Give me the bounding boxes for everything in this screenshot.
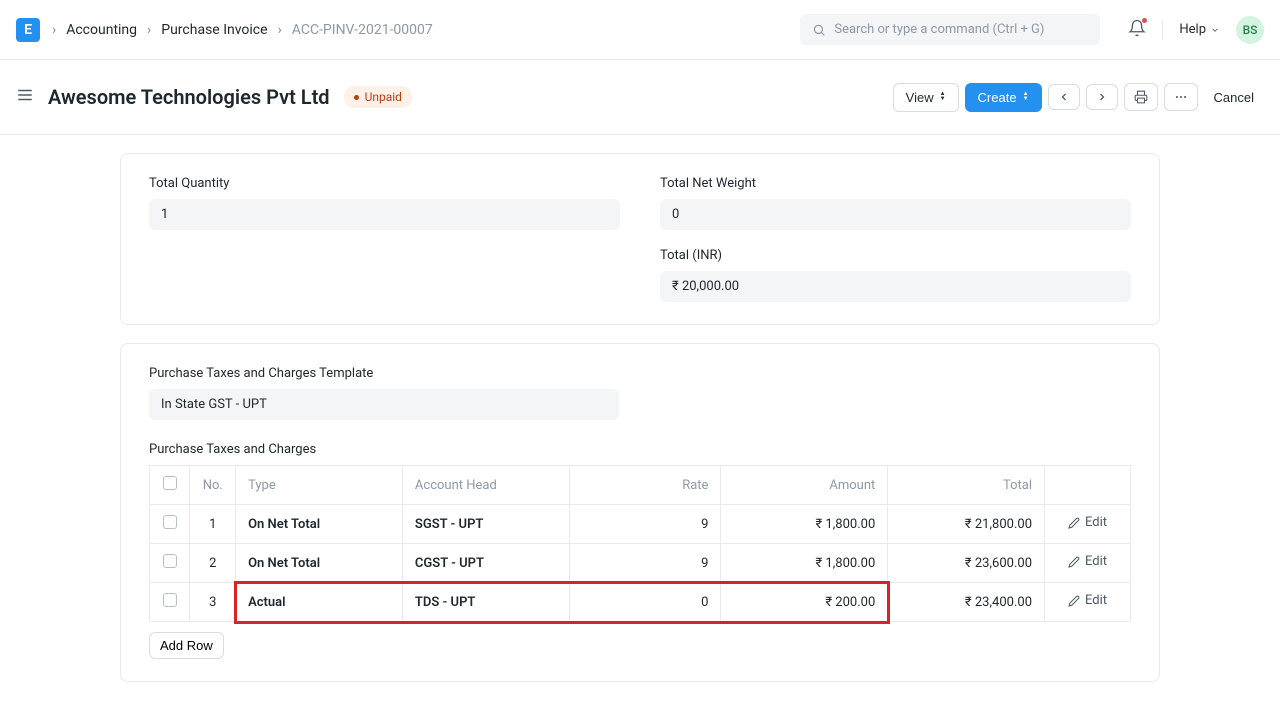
chevron-right-icon: › xyxy=(278,22,282,38)
page-actions: View ▲▼ Create ▲▼ Cancel xyxy=(893,83,1264,112)
sidebar-toggle[interactable] xyxy=(16,86,34,108)
chevron-right-icon: › xyxy=(52,22,56,38)
total-net-weight-value: 0 xyxy=(660,199,1131,230)
col-total: Total xyxy=(888,466,1045,505)
row-account[interactable]: TDS - UPT xyxy=(402,583,569,622)
breadcrumb-item[interactable]: Purchase Invoice xyxy=(161,22,267,38)
row-type[interactable]: Actual xyxy=(236,583,403,622)
taxes-card: Purchase Taxes and Charges Template In S… xyxy=(120,343,1160,682)
row-type[interactable]: On Net Total xyxy=(236,544,403,583)
table-row[interactable]: 2On Net TotalCGST - UPT9₹ 1,800.00₹ 23,6… xyxy=(150,544,1131,583)
col-account: Account Head xyxy=(402,466,569,505)
totals-card: Total Quantity 1 Total Net Weight 0 Tota… xyxy=(120,153,1160,325)
table-header-row: No. Type Account Head Rate Amount Total xyxy=(150,466,1131,505)
row-checkbox[interactable] xyxy=(163,593,177,607)
row-rate[interactable]: 0 xyxy=(569,583,721,622)
taxes-template-label: Purchase Taxes and Charges Template xyxy=(149,366,1131,381)
chevron-right-icon xyxy=(1096,91,1108,103)
more-horizontal-icon xyxy=(1174,90,1188,104)
breadcrumb-item[interactable]: Accounting xyxy=(66,22,137,38)
row-account[interactable]: SGST - UPT xyxy=(402,505,569,544)
help-label: Help xyxy=(1179,22,1206,37)
page-title: Awesome Technologies Pvt Ltd xyxy=(48,85,330,109)
row-checkbox[interactable] xyxy=(163,554,177,568)
status-dot xyxy=(354,95,359,100)
breadcrumb: › Accounting › Purchase Invoice › ACC-PI… xyxy=(52,22,433,38)
search-placeholder: Search or type a command (Ctrl + G) xyxy=(834,22,1044,37)
row-checkbox[interactable] xyxy=(163,515,177,529)
create-label: Create xyxy=(978,90,1017,105)
row-amount[interactable]: ₹ 200.00 xyxy=(721,583,888,622)
cancel-button[interactable]: Cancel xyxy=(1204,84,1264,111)
total-quantity-label: Total Quantity xyxy=(149,176,620,191)
prev-button[interactable] xyxy=(1048,84,1080,110)
next-button[interactable] xyxy=(1086,84,1118,110)
taxes-template-select[interactable]: In State GST - UPT xyxy=(149,389,619,420)
row-type[interactable]: On Net Total xyxy=(236,505,403,544)
chevron-left-icon xyxy=(1058,91,1070,103)
chevron-down-icon xyxy=(1210,25,1220,35)
total-inr-label: Total (INR) xyxy=(660,248,1131,263)
printer-icon xyxy=(1134,90,1148,104)
add-row-button[interactable]: Add Row xyxy=(149,632,224,659)
print-button[interactable] xyxy=(1124,83,1158,111)
notification-dot xyxy=(1142,18,1147,23)
sort-icon: ▲▼ xyxy=(1023,92,1029,102)
topbar: E › Accounting › Purchase Invoice › ACC-… xyxy=(0,0,1280,60)
view-label: View xyxy=(906,90,934,105)
col-edit xyxy=(1045,466,1131,505)
help-menu[interactable]: Help xyxy=(1179,22,1220,37)
row-no: 1 xyxy=(190,505,236,544)
content: Total Quantity 1 Total Net Weight 0 Tota… xyxy=(120,135,1160,708)
pencil-icon xyxy=(1068,517,1080,529)
edit-row-button[interactable]: Edit xyxy=(1068,593,1107,608)
divider xyxy=(1162,20,1163,40)
topbar-right: Help BS xyxy=(1128,16,1264,44)
view-button[interactable]: View ▲▼ xyxy=(893,83,959,112)
total-quantity-value: 1 xyxy=(149,199,620,230)
create-button[interactable]: Create ▲▼ xyxy=(965,83,1042,112)
notifications-button[interactable] xyxy=(1128,19,1146,41)
pencil-icon xyxy=(1068,595,1080,607)
breadcrumb-current: ACC-PINV-2021-00007 xyxy=(292,22,433,38)
col-no: No. xyxy=(190,466,236,505)
taxes-table-label: Purchase Taxes and Charges xyxy=(149,442,1131,457)
row-no: 2 xyxy=(190,544,236,583)
row-rate[interactable]: 9 xyxy=(569,505,721,544)
edit-row-button[interactable]: Edit xyxy=(1068,515,1107,530)
search-icon xyxy=(812,23,826,37)
row-rate[interactable]: 9 xyxy=(569,544,721,583)
menu-icon xyxy=(16,86,34,104)
search-input[interactable]: Search or type a command (Ctrl + G) xyxy=(800,14,1100,45)
table-row[interactable]: 1On Net TotalSGST - UPT9₹ 1,800.00₹ 21,8… xyxy=(150,505,1131,544)
select-all-checkbox[interactable] xyxy=(163,476,177,490)
status-badge: Unpaid xyxy=(344,86,412,108)
app-logo[interactable]: E xyxy=(16,18,40,42)
row-total: ₹ 23,600.00 xyxy=(888,544,1045,583)
edit-row-button[interactable]: Edit xyxy=(1068,554,1107,569)
taxes-table: No. Type Account Head Rate Amount Total … xyxy=(149,465,1131,622)
col-rate: Rate xyxy=(569,466,721,505)
row-amount[interactable]: ₹ 1,800.00 xyxy=(721,544,888,583)
col-amount: Amount xyxy=(721,466,888,505)
page-header: Awesome Technologies Pvt Ltd Unpaid View… xyxy=(0,60,1280,135)
total-inr-value: ₹ 20,000.00 xyxy=(660,271,1131,302)
avatar[interactable]: BS xyxy=(1236,16,1264,44)
col-type: Type xyxy=(236,466,403,505)
row-no: 3 xyxy=(190,583,236,622)
status-text: Unpaid xyxy=(365,90,402,104)
total-net-weight-label: Total Net Weight xyxy=(660,176,1131,191)
table-row[interactable]: 3ActualTDS - UPT0₹ 200.00₹ 23,400.00 Edit xyxy=(150,583,1131,622)
row-total: ₹ 21,800.00 xyxy=(888,505,1045,544)
chevron-right-icon: › xyxy=(147,22,151,38)
row-amount[interactable]: ₹ 1,800.00 xyxy=(721,505,888,544)
row-account[interactable]: CGST - UPT xyxy=(402,544,569,583)
pencil-icon xyxy=(1068,556,1080,568)
more-button[interactable] xyxy=(1164,83,1198,111)
row-total: ₹ 23,400.00 xyxy=(888,583,1045,622)
sort-icon: ▲▼ xyxy=(940,92,946,102)
